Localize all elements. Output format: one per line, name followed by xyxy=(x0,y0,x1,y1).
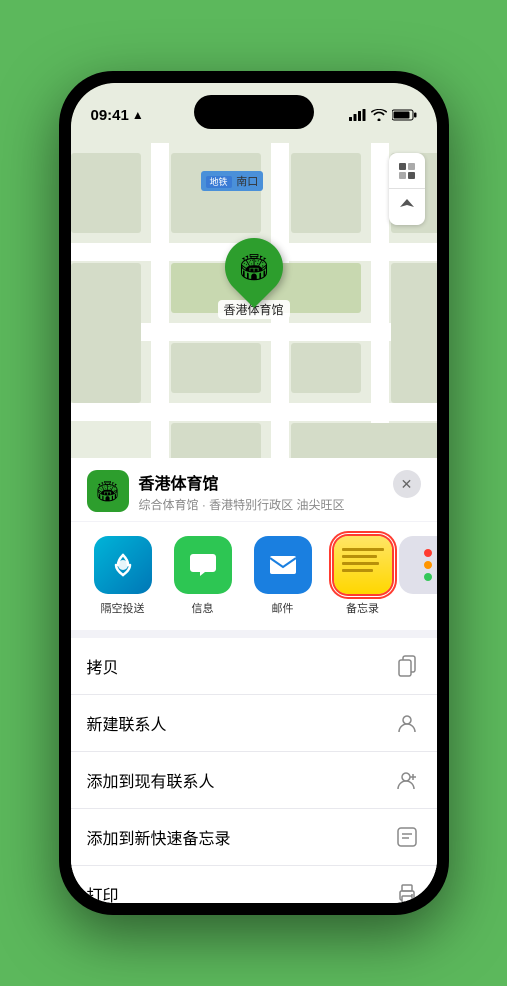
action-new-contact[interactable]: 新建联系人 xyxy=(71,695,437,752)
mail-label: 邮件 xyxy=(272,600,294,616)
venue-info: 🏟 香港体育馆 综合体育馆 · 香港特别行政区 油尖旺区 xyxy=(87,470,345,513)
dot-red xyxy=(424,549,432,557)
action-list: 拷贝 新建联系人 xyxy=(71,638,437,903)
map-station-label: 地铁 南口 xyxy=(201,171,264,191)
venue-icon: 🏟 xyxy=(87,470,129,512)
action-add-note[interactable]: 添加到新快速备忘录 xyxy=(71,809,437,866)
stadium-marker: 🏟 香港体育馆 xyxy=(217,238,289,319)
map-block xyxy=(71,263,141,403)
add-note-icon xyxy=(393,823,421,851)
messages-icon xyxy=(174,536,232,594)
share-item-mail[interactable]: 邮件 xyxy=(243,536,323,616)
share-item-messages[interactable]: 信息 xyxy=(163,536,243,616)
action-add-note-label: 添加到新快速备忘录 xyxy=(87,825,231,849)
map-area: 地铁 南口 xyxy=(71,83,437,523)
venue-name: 香港体育馆 xyxy=(139,470,345,494)
action-add-existing[interactable]: 添加到现有联系人 xyxy=(71,752,437,809)
status-icons xyxy=(349,109,417,121)
map-block xyxy=(291,343,361,393)
phone-frame: 09:41 ▲ xyxy=(59,71,449,915)
airdrop-svg xyxy=(108,550,138,580)
map-block xyxy=(291,153,361,233)
battery-icon xyxy=(392,109,417,121)
phone-screen: 09:41 ▲ xyxy=(71,83,437,903)
messages-svg xyxy=(187,549,219,581)
messages-label: 信息 xyxy=(192,600,214,616)
dynamic-island xyxy=(194,95,314,129)
wifi-icon xyxy=(371,109,387,121)
airdrop-icon xyxy=(94,536,152,594)
map-block xyxy=(71,153,141,233)
marker-pin: 🏟 xyxy=(212,226,294,308)
close-button[interactable]: ✕ xyxy=(393,470,421,498)
share-item-more[interactable] xyxy=(403,536,437,616)
venue-subtitle: 综合体育馆 · 香港特别行政区 油尖旺区 xyxy=(139,496,345,513)
action-add-existing-label: 添加到现有联系人 xyxy=(87,768,215,792)
action-print-label: 打印 xyxy=(87,882,119,903)
mail-icon xyxy=(254,536,312,594)
notes-line1 xyxy=(342,548,384,551)
map-type-button[interactable] xyxy=(389,153,425,189)
notes-line2 xyxy=(342,555,378,558)
share-item-notes[interactable]: 备忘录 xyxy=(323,536,403,616)
location-icon: ▲ xyxy=(132,108,144,122)
action-copy[interactable]: 拷贝 xyxy=(71,638,437,695)
location-button[interactable] xyxy=(389,189,425,225)
status-time: 09:41 xyxy=(91,107,129,124)
notes-icon xyxy=(334,536,392,594)
map-icon xyxy=(398,162,416,180)
map-background: 地铁 南口 xyxy=(71,83,437,523)
map-block xyxy=(171,153,261,233)
map-controls xyxy=(389,153,425,225)
action-copy-label: 拷贝 xyxy=(87,654,119,678)
share-row: 隔空投送 信息 xyxy=(71,522,437,630)
notes-line3 xyxy=(342,562,380,565)
map-block xyxy=(391,263,437,403)
more-icon xyxy=(399,536,437,594)
map-block xyxy=(171,343,261,393)
signal-icon xyxy=(349,109,366,121)
notes-label: 备忘录 xyxy=(346,600,379,616)
copy-icon xyxy=(393,652,421,680)
bottom-sheet: 🏟 香港体育馆 综合体育馆 · 香港特别行政区 油尖旺区 ✕ xyxy=(71,458,437,903)
airdrop-label: 隔空投送 xyxy=(101,600,145,616)
dot-orange xyxy=(424,561,432,569)
stadium-icon: 🏟 xyxy=(237,252,270,283)
location-arrow-icon xyxy=(398,198,416,216)
share-item-airdrop[interactable]: 隔空投送 xyxy=(83,536,163,616)
notes-lines xyxy=(334,536,392,572)
new-contact-icon xyxy=(393,709,421,737)
add-existing-icon xyxy=(393,766,421,794)
notes-line4 xyxy=(342,569,374,572)
mail-svg xyxy=(267,549,299,581)
colored-dots xyxy=(424,549,432,581)
dot-green xyxy=(424,573,432,581)
venue-header: 🏟 香港体育馆 综合体育馆 · 香港特别行政区 油尖旺区 ✕ xyxy=(71,458,437,521)
action-print[interactable]: 打印 xyxy=(71,866,437,903)
action-new-contact-label: 新建联系人 xyxy=(87,711,167,735)
print-icon xyxy=(393,880,421,903)
venue-text: 香港体育馆 综合体育馆 · 香港特别行政区 油尖旺区 xyxy=(139,470,345,513)
